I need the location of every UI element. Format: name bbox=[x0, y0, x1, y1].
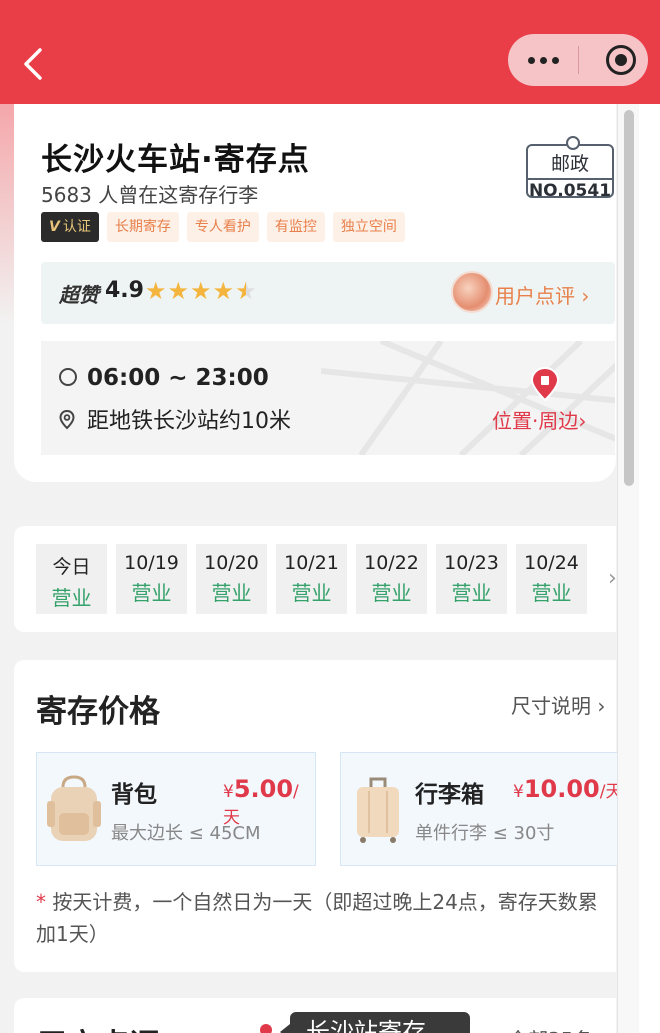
tag-list: V 认证 长期寄存 专人看护 有监控 独立空间 bbox=[41, 212, 405, 242]
verified-badge: V 认证 bbox=[41, 212, 99, 242]
price-item-backpack[interactable]: 背包 ¥5.00/天 最大边长 ≤ 45CM bbox=[36, 752, 316, 866]
size-guide-link[interactable]: 尺寸说明 › bbox=[511, 690, 605, 719]
store-title: 长沙火车站·寄存点 bbox=[41, 142, 310, 178]
store-info-card: 长沙火车站·寄存点 5683 人曾在这寄存行李 邮政 NO.0541 V 认证 长… bbox=[14, 104, 616, 482]
price-item-suitcase[interactable]: 行李箱 ¥10.00/天 单件行李 ≤ 30寸 bbox=[340, 752, 630, 866]
section-title: 用户点评 bbox=[36, 1020, 160, 1033]
title-bar bbox=[0, 0, 660, 104]
section-title: 寄存价格 bbox=[36, 694, 160, 730]
tooltip-bubble: 长沙站寄存 bbox=[280, 1012, 470, 1033]
chevron-right-icon[interactable]: › bbox=[608, 566, 617, 591]
hours-location-box[interactable]: 06:00 ~ 23:00 距地铁长沙站约10米 位置·周边› bbox=[41, 341, 615, 455]
mini-program-capsule bbox=[508, 34, 648, 86]
verified-icon: V bbox=[49, 219, 60, 235]
item-price: ¥10.00/天 bbox=[513, 775, 623, 803]
reviewer-avatar bbox=[451, 271, 493, 313]
tag-item: 专人看护 bbox=[186, 212, 259, 242]
date-item[interactable]: 今日 营业 bbox=[36, 544, 107, 614]
scrollbar[interactable] bbox=[617, 104, 639, 1033]
backpack-icon bbox=[47, 775, 101, 841]
clock-icon bbox=[59, 367, 77, 386]
date-item[interactable]: 10/21 营业 bbox=[276, 544, 347, 614]
back-arrow-icon[interactable] bbox=[18, 44, 52, 84]
billing-footnote: * 按天计费，一个自然日为一天（即超过晚上24点，寄存天数累加1天） bbox=[36, 890, 598, 946]
postal-stamp-badge: 邮政 NO.0541 bbox=[526, 136, 614, 201]
stamp-line-1: 邮政 bbox=[550, 153, 589, 175]
star-icon: ★ bbox=[145, 277, 167, 305]
tag-item: 有监控 bbox=[266, 212, 325, 242]
all-reviews-link[interactable]: 全部35条 bbox=[508, 1024, 593, 1033]
close-target-icon[interactable] bbox=[606, 45, 636, 75]
half-star-icon: ★ bbox=[235, 277, 257, 305]
item-limit: 最大边长 ≤ 45CM bbox=[111, 823, 261, 844]
date-list: 今日 营业 10/19 营业 10/20 营业 10/21 营业 10/22 营业 10/… bbox=[36, 544, 587, 614]
tag-item: 独立空间 bbox=[332, 212, 405, 242]
rating-bar[interactable]: 超赞 4.9 ★ ★ ★ ★ ★ 用户点评 › bbox=[41, 262, 615, 324]
star-icon: ★ bbox=[190, 277, 212, 305]
star-icon: ★ bbox=[212, 277, 235, 305]
store-subtitle: 5683 人曾在这寄存行李 bbox=[41, 183, 259, 207]
star-icon: ★ bbox=[167, 277, 190, 305]
location-nearby-link[interactable]: 位置·周边› bbox=[492, 405, 586, 434]
star-rating: ★ ★ ★ ★ ★ bbox=[145, 277, 257, 305]
business-calendar-card: 今日 营业 10/19 营业 10/20 营业 10/21 营业 10/22 营业 10/… bbox=[14, 526, 617, 632]
rating-score: 4.9 bbox=[105, 278, 144, 303]
opening-hours: 06:00 ~ 23:00 bbox=[59, 365, 269, 391]
date-item[interactable]: 10/23 营业 bbox=[436, 544, 507, 614]
notification-dot bbox=[260, 1024, 272, 1033]
stamp-line-2: NO.0541 bbox=[528, 178, 612, 201]
item-name: 行李箱 bbox=[415, 782, 484, 808]
storage-price-card: 寄存价格 尺寸说明 › 背包 ¥5.00/天 最大边长 ≤ 45CM 行李箱 ¥… bbox=[14, 660, 630, 972]
more-dots-icon[interactable] bbox=[508, 34, 578, 86]
map-marker-icon bbox=[531, 367, 559, 401]
item-limit: 单件行李 ≤ 30寸 bbox=[415, 823, 555, 844]
rating-label: 超赞 bbox=[59, 283, 99, 307]
chevron-right-icon: › bbox=[597, 694, 606, 718]
tag-item: 长期寄存 bbox=[106, 212, 179, 242]
date-item[interactable]: 10/24 营业 bbox=[516, 544, 587, 614]
scrollbar-thumb[interactable] bbox=[624, 110, 634, 486]
location-pin-icon bbox=[59, 410, 75, 430]
page-edge bbox=[639, 104, 660, 1033]
capsule-divider bbox=[578, 46, 579, 74]
item-name: 背包 bbox=[111, 782, 157, 808]
date-item[interactable]: 10/19 营业 bbox=[116, 544, 187, 614]
map-background bbox=[321, 341, 615, 455]
suitcase-icon bbox=[357, 777, 399, 843]
user-reviews-link[interactable]: 用户点评 › bbox=[495, 280, 589, 309]
chevron-right-icon: › bbox=[581, 284, 590, 308]
location-text: 距地铁长沙站约10米 bbox=[59, 403, 291, 435]
reviews-section-card: 用户点评 长沙站寄存 全部35条 bbox=[14, 998, 616, 1033]
chevron-right-icon: › bbox=[578, 409, 587, 433]
date-item[interactable]: 10/20 营业 bbox=[196, 544, 267, 614]
date-item[interactable]: 10/22 营业 bbox=[356, 544, 427, 614]
